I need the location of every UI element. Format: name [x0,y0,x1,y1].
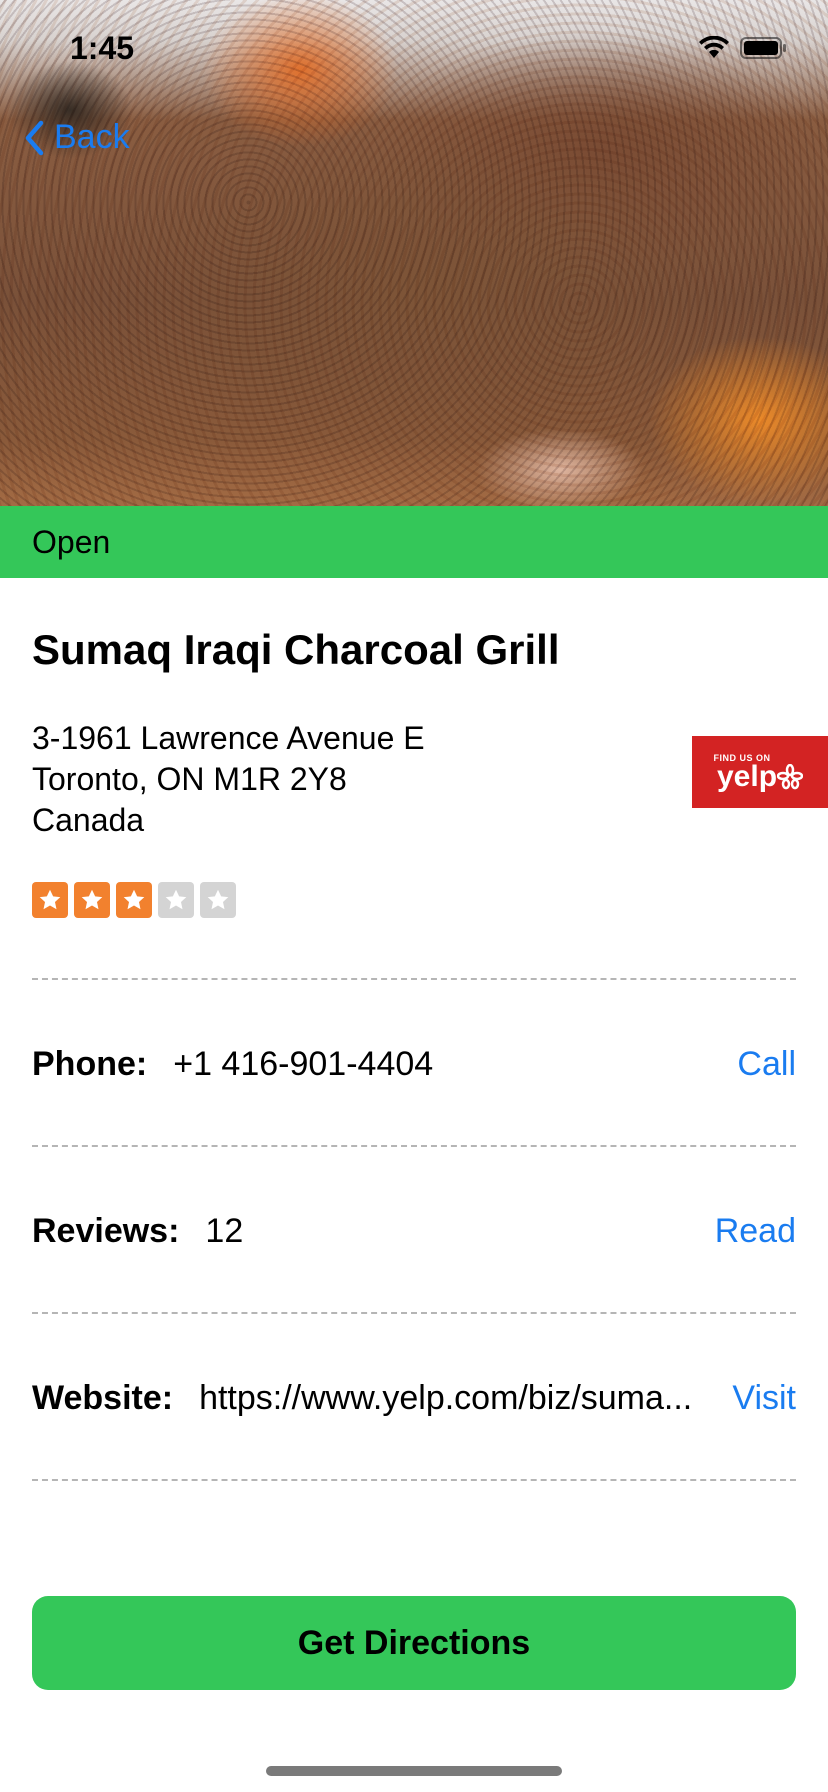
status-bar-time: 1:45 [70,30,135,66]
divider [32,978,796,980]
call-button[interactable]: Call [737,1045,796,1084]
divider [32,1312,796,1314]
address-line-2: Toronto, ON M1R 2Y8 [32,761,347,797]
star-filled-icon [74,882,110,918]
open-status-text: Open [32,523,111,560]
chevron-left-icon [25,120,44,155]
star-filled-icon [116,882,152,918]
rating-stars [32,882,236,918]
hero-photo [0,0,828,506]
hero-photo-texture [0,0,828,506]
back-button[interactable]: Back [24,118,130,157]
website-url: https://www.yelp.com/biz/suma... [199,1378,693,1417]
status-bar-icons [698,36,788,60]
wifi-icon [699,36,729,58]
star-empty-icon [158,882,194,918]
divider [32,1479,796,1481]
yelp-burst-icon [777,764,804,790]
open-status-banner: Open [0,506,828,578]
yelp-badge-brand: yelp [716,760,778,793]
star-filled-icon [32,882,68,918]
visit-website-button[interactable]: Visit [732,1379,796,1418]
address-line-1: 3-1961 Lawrence Avenue E [32,720,425,756]
read-reviews-button[interactable]: Read [715,1212,796,1251]
get-directions-button[interactable]: Get Directions [32,1596,796,1690]
phone-label: Phone: [32,1044,148,1083]
reviews-row: Reviews: 12 Read [32,1201,796,1261]
battery-icon [740,37,786,59]
back-button-label: Back [54,118,130,156]
business-name: Sumaq Iraqi Charcoal Grill [32,626,560,673]
reviews-count: 12 [205,1211,244,1250]
home-indicator[interactable] [266,1766,562,1776]
address-line-3: Canada [32,802,145,838]
star-empty-icon [200,882,236,918]
website-row: Website: https://www.yelp.com/biz/suma..… [32,1368,796,1428]
divider [32,1145,796,1147]
website-label: Website: [32,1378,174,1417]
reviews-label: Reviews: [32,1211,180,1250]
phone-value: +1 416-901-4404 [173,1044,434,1083]
phone-row: Phone: +1 416-901-4404 Call [32,1034,796,1094]
yelp-badge[interactable]: FIND US ON yelp [692,736,828,808]
business-address: 3-1961 Lawrence Avenue E Toronto, ON M1R… [32,718,425,841]
